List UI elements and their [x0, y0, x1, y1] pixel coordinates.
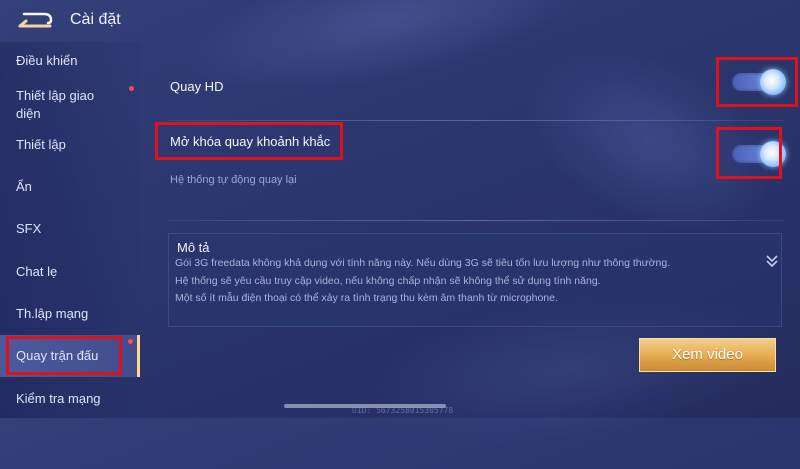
view-video-button[interactable]: Xem video	[639, 338, 776, 372]
sidebar-item-quay-tran-dau[interactable]: Quay trận đấu	[0, 335, 140, 377]
description-title: Mô tả	[177, 240, 210, 255]
notification-dot	[128, 339, 133, 344]
sidebar-item-label: Thiết lập	[16, 137, 66, 152]
sidebar-item-an[interactable]: Ẩn	[0, 176, 140, 198]
quay-hd-label: Quay HD	[170, 79, 224, 94]
sidebar-item-label: Ẩn	[16, 179, 32, 194]
chevron-down-icon[interactable]	[765, 252, 779, 270]
description-line: Hệ thống sẽ yêu cầu truy cập video, nếu …	[175, 275, 601, 287]
sidebar-item-label: Kiểm tra mạng	[16, 391, 101, 406]
back-arrow-icon[interactable]	[16, 9, 54, 31]
divider	[168, 220, 784, 221]
description-panel: Mô tả Gói 3G freedata không khả dụng với…	[168, 233, 782, 327]
sidebar-item-label: Th.lập mạng	[16, 306, 89, 321]
sidebar-item-label: Chat lẹ	[16, 264, 58, 279]
sidebar-item-kiem-tra-mang[interactable]: Kiểm tra mạng	[0, 388, 140, 410]
notification-dot	[129, 86, 134, 91]
mo-khoa-hint: Hệ thống tự động quay lại	[170, 174, 297, 186]
sidebar-item-label: Quay trận đấu	[16, 348, 99, 363]
sidebar-item-label: Thiết lập giao diện	[16, 88, 95, 121]
active-indicator	[137, 335, 140, 377]
toggle-knob	[760, 69, 786, 95]
uid-watermark: UID: 5673258015305778	[352, 406, 454, 415]
sidebar-item-label: SFX	[16, 221, 42, 236]
sidebar-item-sfx[interactable]: SFX	[0, 218, 140, 240]
header: Cài đặt	[0, 0, 800, 42]
background-glow	[498, 12, 800, 268]
divider	[168, 120, 784, 121]
mo-khoa-toggle[interactable]	[732, 141, 786, 167]
sidebar-item-thiet-lap[interactable]: Thiết lập	[0, 134, 140, 156]
toggle-knob	[760, 141, 786, 167]
sidebar-item-thiet-lap-giao-dien[interactable]: Thiết lập giao diện	[0, 86, 140, 122]
sidebar-item-chat-le[interactable]: Chat lẹ	[0, 261, 140, 283]
page-title: Cài đặt	[70, 11, 121, 28]
sidebar-item-th-lap-mang[interactable]: Th.lập mạng	[0, 303, 140, 325]
description-line: Gói 3G freedata không khả dụng với tính …	[175, 257, 671, 269]
quay-hd-toggle[interactable]	[732, 69, 786, 95]
description-line: Một số ít mẫu điện thoại có thể xảy ra t…	[175, 292, 558, 304]
sidebar-item-label: Điều khiển	[16, 53, 78, 68]
sidebar-item-dieu-khien[interactable]: Điều khiển	[0, 50, 140, 72]
mo-khoa-label: Mở khóa quay khoảnh khắc	[170, 134, 331, 149]
